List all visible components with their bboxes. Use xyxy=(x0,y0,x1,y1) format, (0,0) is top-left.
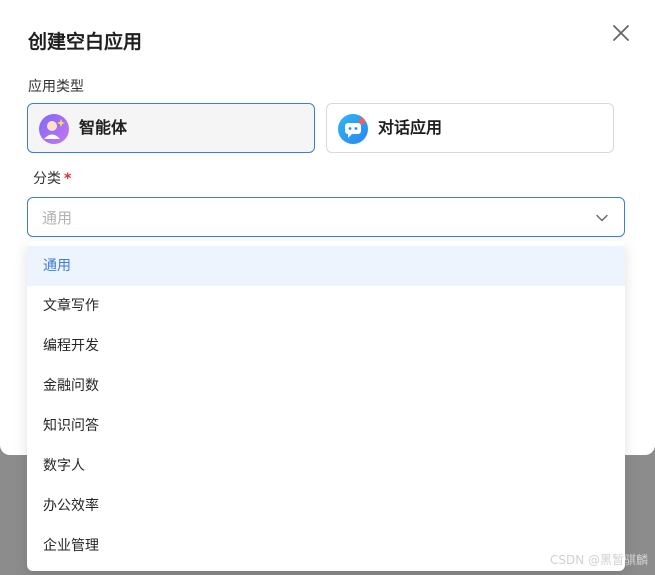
category-select-value: 通用 xyxy=(42,209,73,227)
category-option-office[interactable]: 办公效率 xyxy=(27,486,625,526)
category-select[interactable]: 通用 xyxy=(27,197,625,237)
watermark: CSDN @黑暂骐麟 xyxy=(550,553,649,567)
category-option-digital-human[interactable]: 数字人 xyxy=(27,446,625,486)
category-dropdown: 通用 文章写作 编程开发 金融问数 知识问答 数字人 办公效率 企业管理 xyxy=(27,241,625,571)
category-option-qa[interactable]: 知识问答 xyxy=(27,406,625,446)
app-type-label: 应用类型 xyxy=(28,79,84,95)
category-option-writing[interactable]: 文章写作 xyxy=(27,286,625,326)
chat-app-icon xyxy=(337,113,369,145)
app-type-chat-option[interactable]: 对话应用 xyxy=(326,103,614,153)
required-mark: * xyxy=(64,171,72,187)
close-icon xyxy=(613,25,629,41)
app-type-agent-option[interactable]: 智能体 xyxy=(27,103,315,153)
category-option-enterprise[interactable]: 企业管理 xyxy=(27,526,625,566)
category-label: 分类 * xyxy=(33,168,71,190)
category-option-general[interactable]: 通用 xyxy=(27,246,625,286)
category-option-finance[interactable]: 金融问数 xyxy=(27,366,625,406)
category-label-text: 分类 xyxy=(33,171,61,187)
app-type-chat-label: 对话应用 xyxy=(378,118,443,137)
app-type-agent-label: 智能体 xyxy=(79,118,128,137)
close-button[interactable] xyxy=(606,18,636,48)
dialog-title: 创建空白应用 xyxy=(28,31,143,53)
category-option-programming[interactable]: 编程开发 xyxy=(27,326,625,366)
chevron-down-icon xyxy=(594,210,610,226)
agent-icon xyxy=(38,113,70,145)
